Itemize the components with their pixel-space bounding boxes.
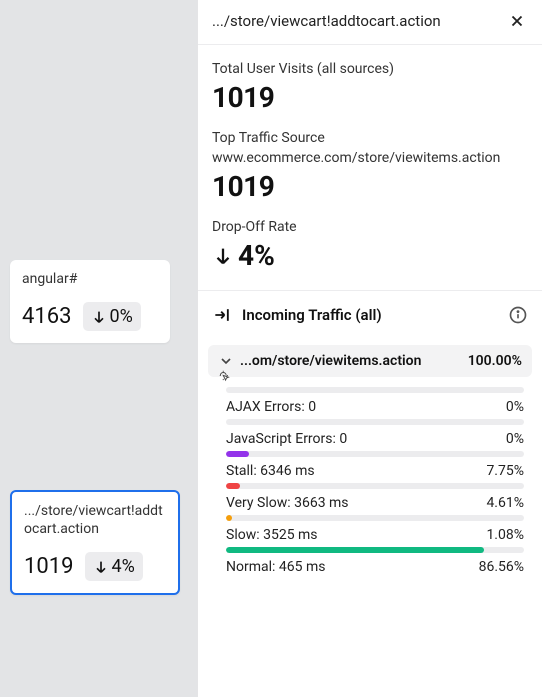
metric-pct: 0% bbox=[506, 399, 524, 415]
metric-pct: 0% bbox=[506, 431, 524, 447]
panel-header: .../store/viewcart!addtocart.action bbox=[198, 0, 542, 45]
metric-item: Stall: 6346 ms 7.75% bbox=[226, 451, 524, 479]
incoming-traffic-row: Incoming Traffic (all) bbox=[198, 290, 542, 339]
flow-canvas: angular# 4163 0% .../store/viewcart!addt… bbox=[0, 0, 198, 697]
metric-bar bbox=[226, 483, 524, 489]
metric-bar-fill bbox=[226, 483, 240, 489]
metric-item: Very Slow: 3663 ms 4.61% bbox=[226, 483, 524, 511]
incoming-icon bbox=[212, 305, 232, 325]
metric-pct: 86.56% bbox=[479, 559, 524, 575]
flow-node-title: .../store/viewcart!addtocart.action bbox=[24, 502, 166, 538]
metric-row: JavaScript Errors: 0 0% bbox=[226, 431, 524, 447]
metric-label: AJAX Errors: 0 bbox=[226, 399, 316, 415]
panel-title: .../store/viewcart!addtocart.action bbox=[212, 12, 441, 30]
metric-bar-fill bbox=[226, 547, 484, 553]
traffic-source-pct: 100.00% bbox=[468, 353, 522, 369]
metric-label: Slow: 3525 ms bbox=[226, 527, 318, 543]
metric-label: Stall: 6346 ms bbox=[226, 463, 315, 479]
metric-pct: 4.61% bbox=[486, 495, 524, 511]
info-icon bbox=[508, 305, 528, 325]
metric-bar-fill bbox=[226, 515, 232, 521]
metric-label: JavaScript Errors: 0 bbox=[226, 431, 347, 447]
info-button[interactable] bbox=[508, 305, 528, 325]
metric-bar bbox=[226, 547, 524, 553]
total-visits-value: 1019 bbox=[212, 81, 528, 114]
flow-node-delta: 4% bbox=[111, 556, 134, 577]
details-panel: .../store/viewcart!addtocart.action Tota… bbox=[198, 0, 542, 697]
flow-node-delta-badge: 4% bbox=[85, 552, 142, 581]
cursor-icon bbox=[218, 367, 232, 385]
drop-off-value: 4% bbox=[238, 239, 275, 272]
flow-node-angular[interactable]: angular# 4163 0% bbox=[10, 260, 170, 343]
flow-node-delta: 0% bbox=[109, 306, 132, 327]
metrics-list: AJAX Errors: 0 0% JavaScript Errors: 0 0% St… bbox=[198, 377, 542, 577]
metric-item: Normal: 465 ms 86.56% bbox=[226, 547, 524, 575]
metric-pct: 7.75% bbox=[486, 463, 524, 479]
metric-bar bbox=[226, 419, 524, 425]
flow-node-value: 4163 bbox=[22, 304, 71, 329]
arrow-down-icon bbox=[212, 245, 234, 267]
metric-row: Normal: 465 ms 86.56% bbox=[226, 559, 524, 575]
top-source-label: Top Traffic Source bbox=[212, 130, 528, 146]
metric-item: JavaScript Errors: 0 0% bbox=[226, 419, 524, 447]
close-icon bbox=[508, 12, 526, 30]
metric-bar-fill bbox=[226, 451, 249, 457]
metric-bar bbox=[226, 515, 524, 521]
total-visits-label: Total User Visits (all sources) bbox=[212, 61, 528, 77]
traffic-source-row[interactable]: ...om/store/viewitems.action 100.00% bbox=[208, 345, 532, 377]
traffic-source-name: ...om/store/viewitems.action bbox=[240, 353, 462, 369]
metric-row: Very Slow: 3663 ms 4.61% bbox=[226, 495, 524, 511]
metric-pct: 1.08% bbox=[486, 527, 524, 543]
top-source-value: 1019 bbox=[212, 170, 528, 203]
top-source-url: www.ecommerce.com/store/viewitems.action bbox=[212, 150, 528, 166]
expand-toggle[interactable] bbox=[218, 353, 234, 369]
flow-node-value: 1019 bbox=[24, 554, 73, 579]
panel-body: Total User Visits (all sources) 1019 Top… bbox=[198, 45, 542, 290]
drop-off-label: Drop-Off Rate bbox=[212, 219, 528, 235]
metric-bar bbox=[226, 451, 524, 457]
metric-bar bbox=[226, 387, 524, 393]
metric-item: AJAX Errors: 0 0% bbox=[226, 387, 524, 415]
incoming-traffic-label: Incoming Traffic (all) bbox=[242, 306, 498, 324]
flow-node-title: angular# bbox=[22, 270, 158, 288]
arrow-down-icon bbox=[93, 559, 109, 575]
drop-off-value-row: 4% bbox=[212, 239, 528, 272]
arrow-down-icon bbox=[91, 309, 107, 325]
metric-label: Very Slow: 3663 ms bbox=[226, 495, 349, 511]
close-button[interactable] bbox=[506, 10, 528, 32]
metric-row: AJAX Errors: 0 0% bbox=[226, 399, 524, 415]
metric-label: Normal: 465 ms bbox=[226, 559, 325, 575]
metric-row: Slow: 3525 ms 1.08% bbox=[226, 527, 524, 543]
metric-item: Slow: 3525 ms 1.08% bbox=[226, 515, 524, 543]
flow-node-viewcart[interactable]: .../store/viewcart!addtocart.action 1019… bbox=[10, 490, 180, 595]
metric-row: Stall: 6346 ms 7.75% bbox=[226, 463, 524, 479]
flow-node-delta-badge: 0% bbox=[83, 302, 140, 331]
